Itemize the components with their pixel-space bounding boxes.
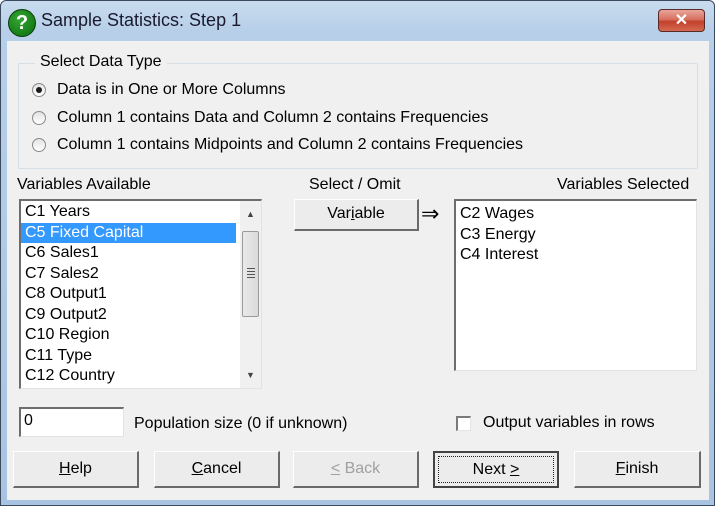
group-title: Select Data Type	[35, 53, 167, 71]
variables-available-list[interactable]: C1 Years C5 Fixed Capital C6 Sales1 C7 Sale…	[19, 199, 262, 389]
radio-data-in-columns[interactable]: Data is in One or More Columns	[32, 81, 286, 99]
list-item[interactable]: C10 Region	[21, 325, 240, 346]
label-mnemonic: C	[191, 460, 204, 477]
label-mnemonic: >	[510, 461, 520, 478]
window-title: Sample Statistics: Step 1	[41, 10, 242, 30]
list-item[interactable]: C4 Interest	[456, 245, 696, 266]
list-item[interactable]: C8 Output1	[21, 284, 240, 305]
radio-button[interactable]	[32, 111, 46, 125]
dialog-client: Select Data Type Data is in One or More …	[7, 41, 709, 500]
label-mnemonic: <	[330, 460, 341, 477]
help-button-label: Help	[59, 460, 92, 477]
next-button[interactable]: Next >	[433, 451, 559, 488]
label-part: elp	[70, 460, 92, 477]
radio-label: Column 1 contains Data and Column 2 cont…	[57, 109, 489, 126]
dialog-window: ? Sample Statistics: Step 1 ✕ Select Dat…	[0, 0, 715, 506]
list-item[interactable]: C11 Type	[21, 346, 240, 367]
label-part: Next	[472, 461, 510, 478]
radio-button[interactable]	[32, 83, 46, 97]
list-item[interactable]: C7 Sales2	[21, 264, 240, 285]
list-item[interactable]: C5 Fixed Capital	[21, 222, 236, 243]
radio-label: Column 1 contains Midpoints and Column 2…	[57, 136, 524, 153]
next-button-label: Next >	[473, 461, 520, 478]
label-part: able	[354, 205, 385, 222]
radio-data-frequencies[interactable]: Column 1 contains Data and Column 2 cont…	[32, 109, 488, 127]
close-icon: ✕	[674, 12, 689, 29]
list-item[interactable]: C1 Years	[21, 202, 240, 223]
label-part: Back	[340, 460, 381, 477]
scroll-down-arrow-icon[interactable]: ▼	[240, 366, 261, 384]
label-part: Var	[327, 205, 351, 222]
radio-label: Data is in One or More Columns	[57, 81, 286, 98]
radio-button[interactable]	[32, 138, 46, 152]
select-omit-label: Select / Omit	[309, 176, 401, 193]
list-item[interactable]: C9 Output2	[21, 305, 240, 326]
vertical-scrollbar[interactable]: ▲ ▼	[240, 201, 261, 388]
list-item[interactable]: C12 Country	[21, 366, 240, 387]
title-bar[interactable]: ? Sample Statistics: Step 1 ✕	[1, 1, 714, 41]
help-button[interactable]: Help	[13, 451, 139, 488]
label-part: inish	[625, 460, 659, 477]
variables-selected-label: Variables Selected	[557, 176, 690, 193]
question-mark-icon: ?	[8, 9, 36, 37]
variable-button-label: Variable	[327, 205, 385, 222]
back-button[interactable]: < Back	[293, 451, 419, 488]
list-item[interactable]: C2 Wages	[456, 204, 696, 225]
grip-icon	[247, 268, 255, 269]
scroll-thumb[interactable]	[242, 231, 259, 317]
radio-midpoints-frequencies[interactable]: Column 1 contains Midpoints and Column 2…	[32, 136, 523, 154]
arrow-right-icon: ⇒	[421, 201, 440, 226]
finish-button[interactable]: Finish	[574, 451, 701, 488]
scroll-up-arrow-icon[interactable]: ▲	[240, 205, 261, 223]
cancel-button[interactable]: Cancel	[154, 451, 280, 488]
variables-selected-list[interactable]: C2 Wages C3 Energy C4 Interest	[454, 199, 697, 371]
label-part: ancel	[203, 460, 242, 477]
label-mnemonic: F	[615, 460, 626, 477]
label-mnemonic: H	[59, 460, 71, 477]
variables-available-label: Variables Available	[17, 176, 151, 193]
output-rows-checkbox[interactable]	[456, 416, 471, 431]
population-size-input[interactable]: 0	[19, 407, 124, 437]
finish-button-label: Finish	[616, 460, 659, 477]
list-item[interactable]: C6 Sales1	[21, 243, 240, 264]
population-size-label: Population size (0 if unknown)	[134, 415, 348, 432]
list-item[interactable]: C3 Energy	[456, 225, 696, 246]
back-button-label: < Back	[331, 460, 380, 477]
close-button[interactable]: ✕	[658, 9, 705, 32]
cancel-button-label: Cancel	[192, 460, 242, 477]
variable-button[interactable]: Variable	[294, 199, 419, 231]
output-rows-label: Output variables in rows	[483, 414, 655, 431]
